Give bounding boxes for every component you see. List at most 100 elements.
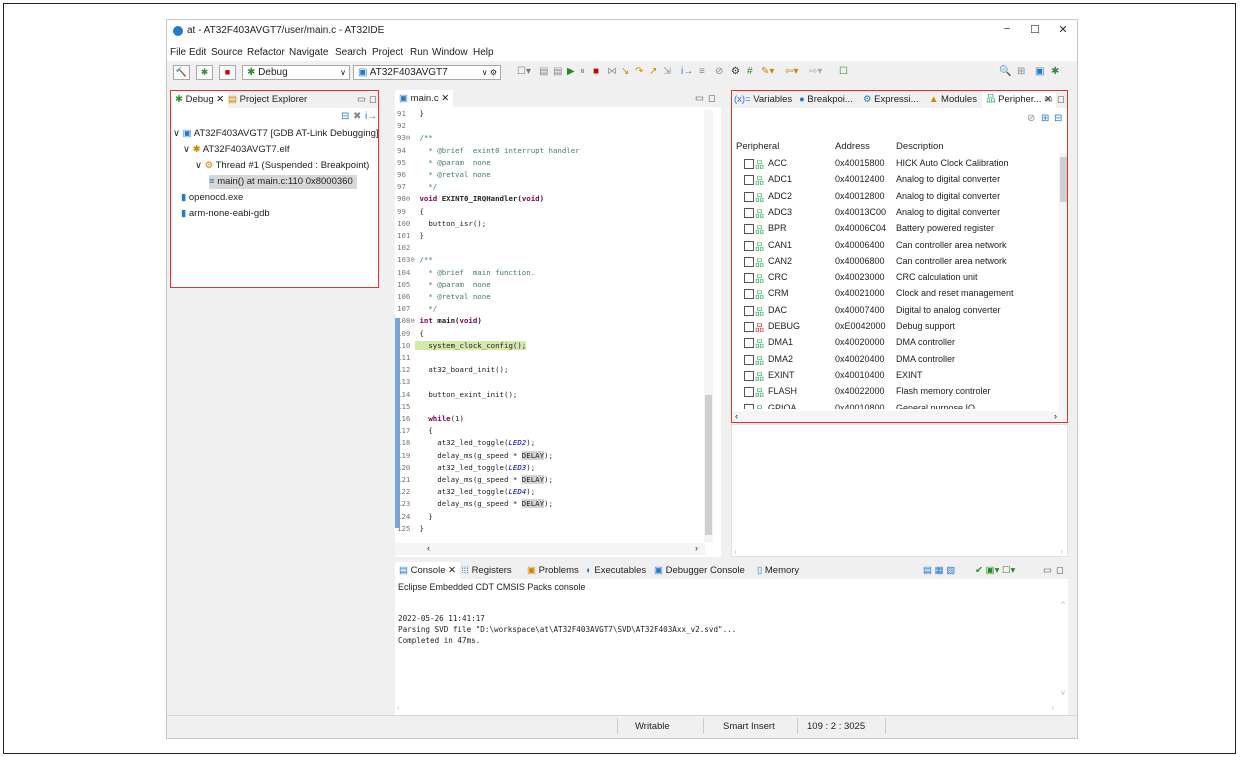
code-line[interactable]: 119 delay_ms(g_speed * DELAY);	[397, 450, 553, 461]
peripheral-checkbox[interactable]	[744, 354, 754, 365]
peripheral-row[interactable]: 品 ADC1 0x40012400 Analog to digital convert…	[732, 171, 1062, 187]
code-line[interactable]: 95 * @param none	[397, 158, 491, 168]
menu-file[interactable]: File	[170, 47, 186, 58]
line-number[interactable]: 95	[397, 158, 415, 168]
line-number[interactable]: 93⊖	[397, 134, 415, 143]
code-line[interactable]: 109 {	[397, 329, 424, 339]
code-line[interactable]: 115	[397, 402, 419, 412]
peripheral-checkbox[interactable]	[744, 224, 754, 235]
tab-console[interactable]: ▤ Console ✕	[395, 562, 461, 579]
menu-project[interactable]: Project	[372, 47, 403, 58]
instruction-step-icon[interactable]: i→	[681, 67, 693, 77]
peripheral-vertical-scrollbar[interactable]	[1059, 153, 1067, 411]
peripheral-row[interactable]: 品 GPIOA 0x40010800 General purpose IO	[732, 400, 1062, 409]
peripheral-checkbox[interactable]	[744, 289, 754, 300]
line-number[interactable]: 103⊖	[397, 256, 415, 265]
code-line[interactable]: 121 delay_ms(g_speed * DELAY);	[397, 475, 553, 485]
editor-vertical-scrollbar[interactable]	[704, 110, 713, 542]
tab-breakpoints[interactable]: ● Breakpoi...	[799, 91, 853, 108]
minimize-view-icon[interactable]: ▭	[1044, 91, 1053, 108]
resume-icon[interactable]: ▶	[567, 67, 575, 77]
code-line[interactable]: 104 * @brief main function.	[397, 268, 535, 278]
code-line[interactable]: 96 * @retval none	[397, 170, 491, 180]
build-button[interactable]: 🔨	[173, 65, 190, 80]
tab-expressions[interactable]: ⚙ Expressi...	[863, 91, 919, 108]
peripheral-row[interactable]: 品 CAN1 0x40006400 Can controller area netwo…	[732, 237, 1062, 253]
minimize-button[interactable]: −	[995, 23, 1019, 39]
peripheral-row[interactable]: 品 DMA1 0x40020000 DMA controller	[732, 334, 1062, 350]
line-number[interactable]: 91	[397, 110, 415, 119]
tab-variables[interactable]: (x)= Variables	[734, 91, 792, 108]
drop-to-frame-icon[interactable]: ⇲	[663, 67, 671, 77]
code-line[interactable]: 114 button_exint_init();	[397, 390, 517, 400]
line-number[interactable]: 107	[397, 304, 415, 314]
peripheral-row[interactable]: 品 CAN2 0x40006800 Can controller area netwo…	[732, 253, 1062, 269]
tab-memory[interactable]: ▯ Memory	[757, 562, 799, 579]
debug-button[interactable]: ✱	[196, 65, 213, 80]
collapse-all-icon[interactable]: ⊟	[341, 112, 349, 122]
peripheral-row[interactable]: 品 ADC2 0x40012800 Analog to digital convert…	[732, 188, 1062, 204]
peripheral-row[interactable]: 品 FLASH 0x40022000 Flash memory controler	[732, 383, 1062, 399]
tab-project-explorer[interactable]: ▤ Project Explorer	[228, 91, 307, 108]
line-number[interactable]: 96	[397, 170, 415, 180]
code-line[interactable]: 92	[397, 121, 419, 131]
menu-help[interactable]: Help	[473, 47, 494, 58]
code-line[interactable]: 124 }	[397, 512, 433, 522]
scroll-left-icon[interactable]: ‹	[427, 543, 430, 553]
step-filters-icon[interactable]: i→	[365, 112, 377, 122]
close-button[interactable]: ✕	[1051, 23, 1075, 39]
step-return-icon[interactable]: ↗	[649, 67, 657, 77]
close-icon[interactable]: ✕	[441, 93, 449, 104]
code-line[interactable]: 110 system_clock_config();	[397, 340, 527, 351]
code-line[interactable]: 91 }	[397, 110, 424, 119]
peripheral-checkbox[interactable]	[744, 273, 754, 284]
menu-search[interactable]: Search	[335, 47, 367, 58]
column-header-address[interactable]: Address	[835, 141, 870, 152]
line-number[interactable]: 102	[397, 243, 415, 253]
scroll-left-icon[interactable]: ‹	[734, 547, 737, 556]
scroll-right-icon[interactable]: ›	[695, 543, 698, 553]
cpp-perspective-icon[interactable]: ▣	[1035, 67, 1044, 77]
tree-item-gdb[interactable]: ▮ arm-none-eabi-gdb	[181, 207, 270, 221]
collapse-icon[interactable]: ⊟	[1054, 114, 1062, 124]
scrollbar-thumb[interactable]	[1060, 157, 1067, 202]
maximize-view-icon[interactable]: ◻	[708, 90, 716, 107]
code-line[interactable]: 107 */	[397, 304, 437, 314]
hash-icon[interactable]: #	[747, 67, 753, 77]
line-number[interactable]: 97	[397, 182, 415, 192]
line-number[interactable]: 92	[397, 121, 415, 131]
code-line[interactable]: 118 at32_led_toggle(LED2);	[397, 438, 535, 448]
peripheral-row[interactable]: 品 ACC 0x40015800 HICK Auto Clock Calibratio…	[732, 155, 1062, 171]
code-line[interactable]: 111	[397, 353, 419, 363]
menu-refactor[interactable]: Refactor	[247, 47, 285, 58]
line-number[interactable]: 99	[397, 207, 415, 217]
code-line[interactable]: 116 while(1)	[397, 414, 464, 424]
remove-all-icon[interactable]: ⊘	[1027, 114, 1035, 124]
search-icon[interactable]: 🔍	[999, 67, 1011, 77]
terminate-icon[interactable]: ■	[593, 67, 599, 77]
scroll-right-icon[interactable]: ›	[1060, 547, 1063, 556]
suspend-icon[interactable]: ⏸	[580, 67, 585, 77]
peripheral-row[interactable]: 品 BPR 0x40006C04 Battery powered register	[732, 220, 1062, 236]
line-number[interactable]: 94	[397, 146, 415, 156]
code-line[interactable]: 123 delay_ms(g_speed * DELAY);	[397, 499, 553, 509]
tab-debugger-console[interactable]: ▣ Debugger Console	[654, 562, 745, 579]
code-line[interactable]: 120 at32_led_toggle(LED3);	[397, 463, 535, 473]
code-line[interactable]: 125 }	[397, 524, 424, 534]
expand-icon[interactable]: ⊞	[1041, 114, 1049, 124]
peripheral-checkbox[interactable]	[744, 159, 754, 169]
scroll-right-icon[interactable]: ›	[1054, 411, 1057, 421]
new-icon[interactable]: ☐▾	[517, 67, 531, 77]
peripheral-row[interactable]: 品 DEBUG 0xE0042000 Debug support	[732, 318, 1062, 334]
peripheral-checkbox[interactable]	[744, 322, 754, 332]
code-line[interactable]: 99 {	[397, 207, 424, 217]
remove-terminated-icon[interactable]: ✖	[353, 112, 361, 122]
minimize-view-icon[interactable]: ▭	[695, 90, 704, 107]
column-header-peripheral[interactable]: Peripheral	[736, 141, 779, 152]
peripheral-checkbox[interactable]	[744, 387, 754, 398]
open-perspective-icon[interactable]: ☐	[839, 67, 848, 77]
line-number[interactable]: 106	[397, 292, 415, 302]
code-line[interactable]: 112 at32_board_init();	[397, 365, 508, 375]
code-line[interactable]: 113	[397, 378, 419, 387]
scroll-left-icon[interactable]: ‹	[397, 703, 400, 712]
